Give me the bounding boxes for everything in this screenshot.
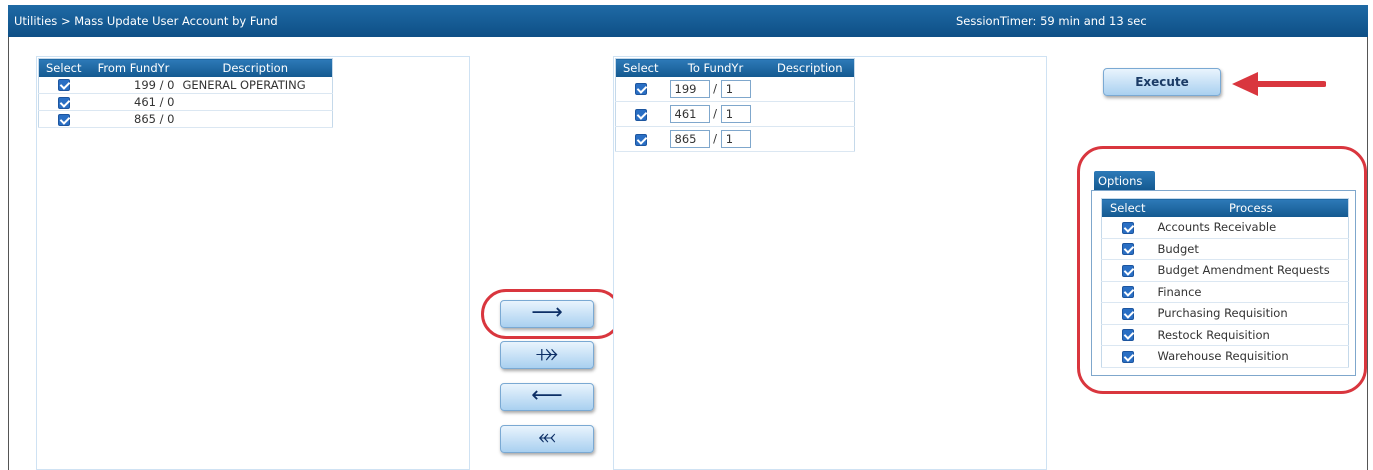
col-process[interactable]: Process [1153,198,1349,217]
remove-selected-button[interactable]: ⟵ [500,383,594,411]
description-cell: GENERAL OPERATING [178,76,333,94]
col-select[interactable]: Select [1101,198,1154,217]
option-label: Warehouse Requisition [1153,345,1349,368]
title-bar: Utilities > Mass Update User Account by … [8,5,1368,37]
from-fundyr-cell: 199 / 0 [88,76,179,94]
move-selected-button[interactable]: ⟶ [500,300,594,328]
remove-all-button[interactable]: ⬻ [500,425,594,453]
fund-year-separator: / [713,131,718,146]
row-checkbox[interactable] [57,96,70,109]
col-select[interactable]: Select [615,58,666,77]
option-checkbox[interactable] [1121,264,1134,277]
from-fundyr-cell: 865 / 0 [88,110,179,128]
option-label: Accounts Receivable [1153,216,1349,239]
tab-options[interactable]: Options [1094,171,1155,191]
col-description[interactable]: Description [178,58,333,77]
col-to-fundyr[interactable]: To FundYr [665,58,766,77]
list-item[interactable]: Budget Amendment Requests [1101,259,1349,282]
table-row[interactable]: 865 / 1 [615,126,855,152]
option-checkbox[interactable] [1121,243,1134,256]
session-timer: SessionTimer: 59 min and 13 sec [956,14,1147,28]
row-checkbox[interactable] [57,113,70,126]
fund-input[interactable]: 461 [669,105,710,123]
year-input[interactable]: 1 [720,130,751,148]
from-fundyr-cell: 461 / 0 [88,93,179,111]
table-row[interactable]: 461 / 1 [615,101,855,127]
from-fund-grid: Select From FundYr Description 199 / 0 G… [38,58,333,128]
description-cell [765,76,855,102]
col-description[interactable]: Description [765,58,855,77]
table-row[interactable]: 865 / 0 [38,110,333,128]
year-input[interactable]: 1 [720,105,751,123]
fund-input[interactable]: 865 [669,130,710,148]
to-fund-grid: Select To FundYr Description 199 / 1 461… [615,58,855,152]
col-select[interactable]: Select [38,58,89,77]
option-checkbox[interactable] [1121,350,1134,363]
execute-button[interactable]: Execute [1103,68,1221,96]
pointer-arrow-icon [1232,72,1326,96]
option-label: Restock Requisition [1153,324,1349,346]
list-item[interactable]: Budget [1101,238,1349,260]
row-checkbox[interactable] [634,133,647,146]
row-checkbox[interactable] [634,108,647,121]
option-checkbox[interactable] [1121,221,1134,234]
fund-year-separator: / [713,106,718,121]
option-label: Finance [1153,281,1349,303]
breadcrumb: Utilities > Mass Update User Account by … [14,14,278,28]
description-cell [765,126,855,152]
list-item[interactable]: Accounts Receivable [1101,216,1349,239]
list-item[interactable]: Purchasing Requisition [1101,302,1349,325]
description-cell [178,110,333,128]
table-row[interactable]: 461 / 0 [38,93,333,111]
fund-year-separator: / [713,81,718,96]
description-cell [765,101,855,127]
option-checkbox[interactable] [1121,286,1134,299]
table-row[interactable]: 199 / 0 GENERAL OPERATING [38,76,333,94]
description-cell [178,93,333,111]
list-item[interactable]: Finance [1101,281,1349,303]
move-all-button[interactable]: ⤀ [500,341,594,369]
year-input[interactable]: 1 [720,79,751,98]
fund-input[interactable]: 199 [669,79,710,98]
row-checkbox[interactable] [57,79,70,92]
option-checkbox[interactable] [1121,307,1134,320]
list-item[interactable]: Restock Requisition [1101,324,1349,346]
option-label: Purchasing Requisition [1153,302,1349,325]
list-item[interactable]: Warehouse Requisition [1101,345,1349,368]
option-label: Budget [1153,238,1349,260]
col-from-fundyr[interactable]: From FundYr [88,58,179,77]
options-grid: Select Process Accounts Receivable Budge… [1101,198,1349,368]
table-row[interactable]: 199 / 1 [615,76,855,102]
option-label: Budget Amendment Requests [1153,259,1349,282]
row-checkbox[interactable] [634,83,647,96]
option-checkbox[interactable] [1121,329,1134,342]
